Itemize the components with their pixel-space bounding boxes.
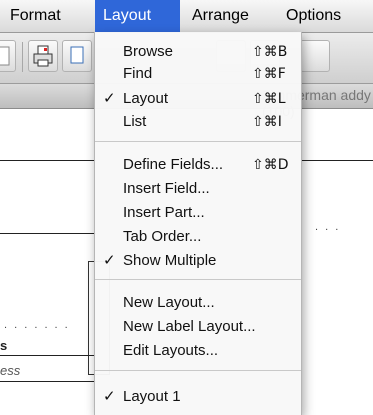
menu-item-shortcut: ⇧⌘L — [252, 91, 286, 107]
menu-item-new-layout[interactable]: New Layout... — [95, 292, 301, 314]
menu-item-browse[interactable]: Browse ⇧⌘B — [95, 41, 301, 63]
field-label: s — [0, 338, 8, 353]
menu-item-label: Tab Order... — [123, 228, 202, 245]
menu-item-shortcut: ⇧⌘B — [252, 44, 288, 60]
menu-item-find[interactable]: Find ⇧⌘F — [95, 63, 301, 85]
layout-menu: Browse ⇧⌘B Find ⇧⌘F ✓ Layout ⇧⌘L List ⇧⌘… — [94, 32, 302, 415]
menu-item-tab-order[interactable]: Tab Order... — [95, 226, 301, 248]
menu-item-insert-field[interactable]: Insert Field... — [95, 178, 301, 200]
toolbar-button[interactable] — [62, 40, 92, 72]
menu-item-label: Find — [123, 65, 153, 82]
menu-item-label: Show Multiple — [123, 252, 217, 269]
page-icon — [70, 46, 84, 64]
menu-item-shortcut: ⇧⌘I — [252, 114, 282, 130]
menu-item-label: List — [123, 113, 147, 130]
printer-icon — [33, 45, 53, 67]
checkmark-icon: ✓ — [103, 252, 116, 269]
menu-item-edit-layouts[interactable]: Edit Layouts... — [95, 340, 301, 362]
menu-layout[interactable]: Layout — [95, 0, 180, 32]
menu-separator — [95, 141, 301, 142]
menu-item-insert-part[interactable]: Insert Part... — [95, 202, 301, 224]
menu-item-label: Browse — [123, 43, 174, 60]
menu-item-label: Define Fields... — [123, 156, 224, 173]
menu-item-label: Insert Field... — [123, 180, 210, 197]
toolbar-button[interactable] — [0, 40, 16, 72]
layout-line — [0, 160, 96, 161]
menu-options[interactable]: Options — [280, 0, 347, 32]
layout-line — [0, 355, 96, 356]
layout-line — [0, 233, 96, 234]
menu-item-show-multiple[interactable]: ✓ Show Multiple — [95, 250, 301, 272]
menu-item-label: New Label Layout... — [123, 318, 256, 335]
menu-item-define-fields[interactable]: Define Fields... ⇧⌘D — [95, 154, 301, 176]
toolbar-separator — [22, 42, 23, 72]
menu-item-label: Layout — [123, 90, 169, 107]
print-button[interactable] — [28, 40, 58, 72]
menu-separator — [95, 370, 301, 371]
menu-item-label: Insert Part... — [123, 204, 205, 221]
menu-format[interactable]: Format — [4, 0, 67, 32]
menu-item-list[interactable]: List ⇧⌘I — [95, 111, 301, 133]
checkmark-icon: ✓ — [103, 388, 116, 405]
menu-arrange[interactable]: Arrange — [186, 0, 255, 32]
dotted-guide: . . . . . . . — [4, 319, 70, 331]
layout-line — [0, 381, 96, 382]
menu-separator — [95, 279, 301, 280]
dotted-guide: . . . — [315, 221, 341, 233]
field-label: ess — [0, 363, 21, 378]
menu-item-shortcut: ⇧⌘D — [252, 157, 289, 173]
menu-item-label: Edit Layouts... — [123, 342, 219, 359]
menu-item-layout[interactable]: ✓ Layout ⇧⌘L — [95, 88, 301, 110]
menu-bar: Format Layout Arrange Options — [0, 0, 373, 33]
menu-item-new-label-layout[interactable]: New Label Layout... — [95, 316, 301, 338]
menu-item-layout-1[interactable]: ✓ Layout 1 — [95, 386, 301, 408]
checkmark-icon: ✓ — [103, 90, 116, 107]
menu-item-label: Layout 1 — [123, 388, 181, 405]
menu-item-shortcut: ⇧⌘F — [252, 66, 286, 82]
menu-item-label: New Layout... — [123, 294, 215, 311]
toolbar-button[interactable] — [300, 40, 330, 72]
layout-line — [302, 160, 373, 161]
document-icon — [0, 46, 10, 66]
